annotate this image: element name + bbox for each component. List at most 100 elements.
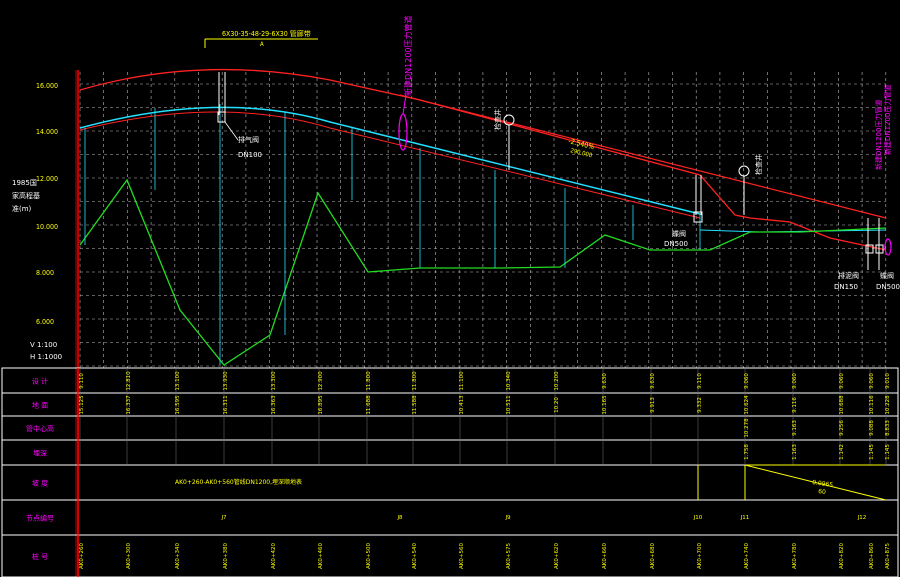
depth-value: 1.163: [792, 444, 798, 460]
node-id: J8: [396, 515, 403, 521]
ground-elev-value: 15.125: [79, 395, 85, 415]
node-id: J9: [504, 515, 511, 521]
ground-elev-value: 10.165: [602, 395, 608, 415]
design-elev-value: 13.300: [271, 371, 277, 391]
y-tick-14: 14.000: [36, 128, 58, 136]
ground-elev-value: 10.688: [839, 395, 845, 415]
y-tick-10: 10.000: [36, 223, 58, 231]
y-tick-16: 16.000: [36, 82, 58, 90]
red-pipe-bottom-line: [79, 111, 701, 219]
node-id: J11: [740, 515, 750, 521]
ground-elev-value: 10.511: [506, 395, 512, 414]
end-valve-label: 蝶阀: [880, 271, 894, 280]
depth-value: 1.145: [869, 444, 875, 460]
ground-elev-value: 10.116: [869, 395, 875, 415]
design-elev-value: 9.110: [79, 373, 85, 389]
butterfly-valve-dn: DN500: [664, 240, 688, 248]
table-row-label: 埋深: [33, 449, 47, 458]
node-id: J12: [857, 515, 867, 521]
station-value: AK0+660: [602, 543, 608, 569]
left-title: 1985国 家高程基 准(m): [12, 179, 40, 213]
ground-elev-value: 11.688: [366, 395, 372, 415]
ground-elev-value: 10.228: [885, 395, 891, 415]
station-value: AK0+500: [366, 543, 372, 569]
left-title-line-2: 家高程基: [12, 191, 40, 200]
design-elev-value: 9.060: [744, 373, 750, 389]
station-value: AK0+380: [223, 543, 229, 569]
station-value: AK0+740: [744, 543, 750, 569]
ground-elev-value: 16.311: [223, 395, 229, 414]
pipe-crossing-top-marker: [398, 113, 408, 151]
design-elev-value: 9.110: [697, 373, 703, 389]
ground-elev-value: 9.332: [697, 397, 703, 413]
table-row-label: 地 面: [32, 401, 48, 410]
ground-elev-value: 10.20: [554, 397, 560, 413]
station-value: AK0+820: [839, 543, 845, 569]
slope-length-value: 60: [818, 488, 827, 496]
scale-h: H 1:1000: [30, 353, 62, 361]
left-title-line-1: 1985国: [12, 179, 37, 187]
end-valve-dn: DN500: [876, 283, 900, 291]
left-title-line-3: 准(m): [12, 204, 32, 213]
pipe-center-value: 9.088: [869, 420, 875, 436]
ground-elev-value: 9.913: [650, 397, 656, 413]
design-elev-value: 10.200: [554, 371, 560, 391]
design-elev-value: 13.930: [223, 371, 229, 391]
y-tick-labels: 16.000 14.000 12.000 10.000 8.000 6.000: [36, 82, 58, 326]
depth-value: 1.145: [885, 444, 891, 460]
butterfly-valve-label: 蝶阀: [672, 229, 686, 238]
ground-elev-value: 16.895: [318, 395, 324, 415]
ground-elev-value: 11.588: [412, 395, 418, 415]
design-elev-value: 13.100: [175, 371, 181, 391]
station-value: AK0+340: [175, 543, 181, 569]
ground-elev-value: 9.116: [792, 397, 798, 413]
station-value: AK0+700: [697, 543, 703, 569]
y-tick-6: 6.000: [36, 318, 54, 326]
check-well-right-symbol: [738, 165, 750, 177]
station-value: AK0+540: [412, 543, 418, 569]
station-value: AK0+300: [126, 543, 132, 569]
table-row-label: 管中心高: [26, 424, 54, 433]
node-id: J7: [220, 515, 227, 521]
design-elev-value: 9.060: [869, 373, 875, 389]
ground-elev-value: 10.624: [744, 395, 750, 415]
pipe-center-value: 9.163: [792, 420, 798, 436]
slope-value: 0.0965: [812, 479, 834, 489]
station-value: AK0+620: [554, 543, 560, 569]
table-row-label: 坡 度: [32, 479, 48, 488]
table-row-label: 节点编号: [26, 514, 54, 523]
vent-valve-label: 排气阀: [238, 135, 259, 144]
ground-elev-value: 16.363: [271, 395, 277, 415]
pipe-crossing-top-text: 新建DN1200压力管道: [403, 15, 413, 96]
station-value: AK0+260: [79, 543, 85, 569]
slope-note: AK0+260-AK0+560管线DN1200,埋深顺地表: [175, 478, 302, 486]
design-elev-value: 9.630: [602, 373, 608, 389]
station-value: AK0+780: [792, 543, 798, 569]
design-elev-value: 12.900: [318, 371, 324, 391]
station-value: AK0+680: [650, 543, 656, 569]
drain-valve-dn: DN150: [834, 283, 858, 291]
y-tick-12: 12.000: [36, 175, 58, 183]
design-elev-value: 10.340: [506, 371, 512, 391]
station-value: AK0+460: [318, 543, 324, 569]
design-elev-value: 11.800: [366, 371, 372, 391]
check-well-mid-label: 检查井: [493, 109, 502, 130]
ground-elev-value: 10.413: [459, 395, 465, 415]
pipe-center-value: 10.278: [744, 418, 750, 438]
station-value: AK0+575: [506, 543, 512, 569]
depth-value: 1.142: [839, 444, 845, 460]
pipe-crossing-right-text-2: 新建DN1200压力管道: [883, 85, 892, 155]
node-id: J10: [693, 515, 703, 521]
depth-value: 1.758: [744, 444, 750, 460]
design-elev-value: 9.010: [885, 373, 891, 389]
cyan-pipe-line: [79, 106, 701, 215]
table-row-label: 设 计: [32, 377, 48, 386]
check-well-right-label: 检查井: [754, 154, 763, 175]
design-elev-value: 11.800: [412, 371, 418, 391]
scale-v: V 1:100: [30, 341, 57, 349]
design-elev-value: 11.100: [459, 371, 465, 391]
design-elev-value: 9.060: [839, 373, 845, 389]
station-value: AK0+560: [459, 543, 465, 569]
design-elev-value: 9.630: [650, 373, 656, 389]
pipe-crossing-right-text-1: 新建DN1200压力管道: [874, 100, 883, 170]
